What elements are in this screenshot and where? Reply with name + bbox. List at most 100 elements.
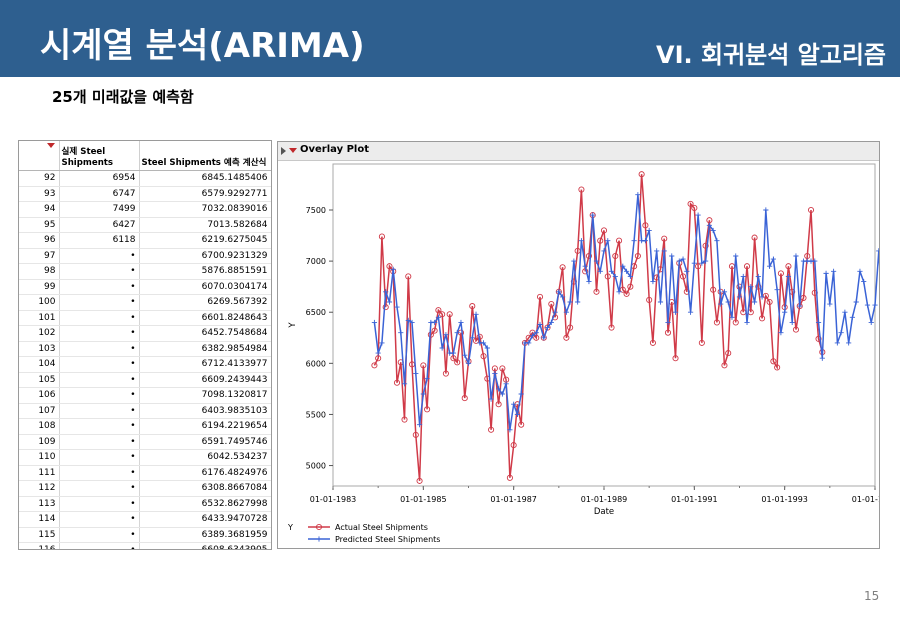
table-row[interactable]: 109 • 6591.7495746 xyxy=(19,434,271,450)
table-row[interactable]: 95 6427 7013.582684 xyxy=(19,217,271,233)
predicted-cell[interactable]: 6389.3681959 xyxy=(139,527,271,543)
actual-cell[interactable]: • xyxy=(59,341,140,357)
row-number[interactable]: 96 xyxy=(19,232,60,249)
table-row[interactable]: 108 • 6194.2219654 xyxy=(19,418,271,435)
row-number[interactable]: 103 xyxy=(19,341,60,357)
actual-cell[interactable]: • xyxy=(59,279,140,295)
predicted-cell[interactable]: 6700.9231329 xyxy=(139,248,271,264)
row-number[interactable]: 107 xyxy=(19,403,60,419)
table-row[interactable]: 97 • 6700.9231329 xyxy=(19,248,271,264)
table-row[interactable]: 107 • 6403.9835103 xyxy=(19,403,271,419)
row-number[interactable]: 92 xyxy=(19,170,60,187)
predicted-cell[interactable]: 6219.6275045 xyxy=(139,232,271,249)
row-number[interactable]: 97 xyxy=(19,248,60,264)
actual-cell[interactable]: • xyxy=(59,387,140,404)
table-row[interactable]: 110 • 6042.534237 xyxy=(19,449,271,466)
predicted-cell[interactable]: 6712.4133977 xyxy=(139,356,271,373)
predicted-cell[interactable]: 6845.1485406 xyxy=(139,170,271,187)
actual-cell[interactable]: • xyxy=(59,449,140,466)
predicted-cell[interactable]: 6382.9854984 xyxy=(139,341,271,357)
column-header-actual[interactable]: 실제 Steel Shipments xyxy=(59,141,140,171)
actual-cell[interactable]: 6427 xyxy=(59,217,140,233)
row-number[interactable]: 109 xyxy=(19,434,60,450)
row-number[interactable]: 95 xyxy=(19,217,60,233)
predicted-cell[interactable]: 6532.8627998 xyxy=(139,496,271,512)
actual-cell[interactable]: • xyxy=(59,480,140,497)
row-number[interactable]: 110 xyxy=(19,449,60,466)
dropdown-triangle-icon[interactable] xyxy=(47,143,55,148)
predicted-cell[interactable]: 6608.6343905 xyxy=(139,542,271,549)
predicted-cell[interactable]: 7098.1320817 xyxy=(139,387,271,404)
predicted-cell[interactable]: 6070.0304174 xyxy=(139,279,271,295)
table-row[interactable]: 106 • 7098.1320817 xyxy=(19,387,271,404)
actual-cell[interactable]: 6747 xyxy=(59,186,140,202)
row-number[interactable]: 102 xyxy=(19,325,60,342)
row-number[interactable]: 115 xyxy=(19,527,60,543)
table-row[interactable]: 93 6747 6579.9292771 xyxy=(19,186,271,202)
table-row[interactable]: 114 • 6433.9470728 xyxy=(19,511,271,528)
row-number[interactable]: 98 xyxy=(19,263,60,280)
actual-cell[interactable]: • xyxy=(59,248,140,264)
table-row[interactable]: 92 6954 6845.1485406 xyxy=(19,170,271,187)
actual-cell[interactable]: • xyxy=(59,325,140,342)
row-number[interactable]: 105 xyxy=(19,372,60,388)
table-row[interactable]: 104 • 6712.4133977 xyxy=(19,356,271,373)
table-row[interactable]: 111 • 6176.4824976 xyxy=(19,465,271,481)
actual-cell[interactable]: • xyxy=(59,294,140,311)
actual-cell[interactable]: 6954 xyxy=(59,170,140,187)
predicted-cell[interactable]: 5876.8851591 xyxy=(139,263,271,280)
predicted-cell[interactable]: 6433.9470728 xyxy=(139,511,271,528)
table-row[interactable]: 98 • 5876.8851591 xyxy=(19,263,271,280)
predicted-cell[interactable]: 6269.567392 xyxy=(139,294,271,311)
predicted-cell[interactable]: 6591.7495746 xyxy=(139,434,271,450)
row-number[interactable]: 112 xyxy=(19,480,60,497)
table-row[interactable]: 100 • 6269.567392 xyxy=(19,294,271,311)
predicted-cell[interactable]: 6609.2439443 xyxy=(139,372,271,388)
table-row[interactable]: 102 • 6452.7548684 xyxy=(19,325,271,342)
row-number[interactable]: 104 xyxy=(19,356,60,373)
predicted-cell[interactable]: 6452.7548684 xyxy=(139,325,271,342)
row-number[interactable]: 93 xyxy=(19,186,60,202)
actual-cell[interactable]: • xyxy=(59,263,140,280)
table-row[interactable]: 96 6118 6219.6275045 xyxy=(19,232,271,249)
row-number[interactable]: 100 xyxy=(19,294,60,311)
predicted-cell[interactable]: 6601.8248643 xyxy=(139,310,271,326)
predicted-cell[interactable]: 6579.9292771 xyxy=(139,186,271,202)
table-row[interactable]: 94 7499 7032.0839016 xyxy=(19,201,271,218)
actual-cell[interactable]: • xyxy=(59,418,140,435)
table-row[interactable]: 105 • 6609.2439443 xyxy=(19,372,271,388)
actual-cell[interactable]: • xyxy=(59,403,140,419)
actual-cell[interactable]: • xyxy=(59,434,140,450)
row-number[interactable]: 94 xyxy=(19,201,60,218)
predicted-cell[interactable]: 6176.4824976 xyxy=(139,465,271,481)
actual-cell[interactable]: • xyxy=(59,511,140,528)
row-number[interactable]: 113 xyxy=(19,496,60,512)
table-row[interactable]: 116•6608.6343905 xyxy=(19,542,271,549)
table-row[interactable]: 99 • 6070.0304174 xyxy=(19,279,271,295)
table-row[interactable]: 112 • 6308.8667084 xyxy=(19,480,271,497)
actual-cell[interactable]: • xyxy=(59,310,140,326)
actual-cell[interactable]: • xyxy=(59,527,140,543)
predicted-cell[interactable]: 7032.0839016 xyxy=(139,201,271,218)
row-number[interactable]: 106 xyxy=(19,387,60,404)
row-number[interactable]: 108 xyxy=(19,418,60,435)
actual-cell[interactable]: 6118 xyxy=(59,232,140,249)
table-row[interactable]: 101 • 6601.8248643 xyxy=(19,310,271,326)
table-row[interactable]: 113 • 6532.8627998 xyxy=(19,496,271,512)
predicted-cell[interactable]: 6194.2219654 xyxy=(139,418,271,435)
actual-cell[interactable]: • xyxy=(59,465,140,481)
predicted-cell[interactable]: 6403.9835103 xyxy=(139,403,271,419)
actual-cell[interactable]: 7499 xyxy=(59,201,140,218)
actual-cell[interactable]: • xyxy=(59,496,140,512)
predicted-cell[interactable]: 6308.8667084 xyxy=(139,480,271,497)
row-number[interactable]: 114 xyxy=(19,511,60,528)
predicted-cell[interactable]: 7013.582684 xyxy=(139,217,271,233)
actual-cell[interactable]: • xyxy=(59,356,140,373)
table-row[interactable]: 115 • 6389.3681959 xyxy=(19,527,271,543)
column-header-predicted[interactable]: Steel Shipments 예측 계산식 xyxy=(139,141,271,171)
actual-cell[interactable]: • xyxy=(59,542,140,549)
row-number[interactable]: 101 xyxy=(19,310,60,326)
row-header-corner[interactable] xyxy=(19,141,60,171)
row-number[interactable]: 99 xyxy=(19,279,60,295)
row-number[interactable]: 111 xyxy=(19,465,60,481)
